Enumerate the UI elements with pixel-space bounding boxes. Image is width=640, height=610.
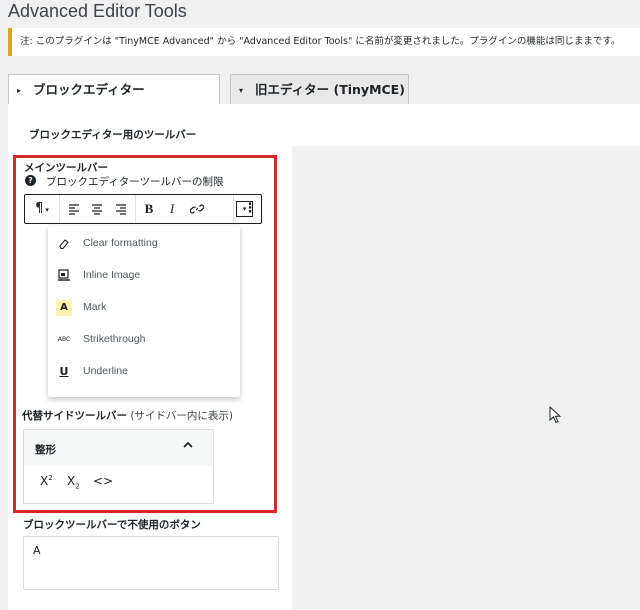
menu-item-inline-image[interactable]: Inline Image bbox=[48, 260, 240, 292]
align-center-button[interactable] bbox=[86, 195, 108, 223]
menu-item-label: Mark bbox=[83, 301, 107, 313]
section-heading: ブロックエディター用のツールバー bbox=[29, 129, 197, 141]
inline-code-button[interactable]: <> bbox=[93, 474, 113, 488]
toolbar-divider bbox=[233, 195, 234, 223]
toolbar-divider bbox=[59, 195, 60, 223]
caret-down-icon: ▾ bbox=[45, 206, 49, 214]
strikethrough-icon: ABC bbox=[57, 336, 71, 343]
align-right-button[interactable] bbox=[110, 195, 132, 223]
help-icon[interactable]: ? bbox=[25, 175, 36, 186]
menu-item-label: Underline bbox=[83, 365, 128, 377]
paragraph-icon: ¶ bbox=[35, 201, 44, 216]
tab-arrow-icon: ▸ bbox=[17, 86, 22, 95]
main-toolbar: ¶ ▾ B I ▾ ⋮ bbox=[24, 194, 262, 224]
chevron-up-icon[interactable] bbox=[182, 439, 194, 454]
toolbar-limit-help[interactable]: ブロックエディターツールバーの制限 bbox=[46, 174, 224, 189]
alt-sidebar-panel-header[interactable]: 整形 bbox=[24, 430, 213, 466]
menu-item-label: Inline Image bbox=[83, 269, 141, 281]
preview-area bbox=[292, 146, 640, 609]
alt-sidebar-panel: 整形 X2 X2 <> bbox=[23, 429, 214, 504]
tab-label: 旧エディター (TinyMCE) bbox=[255, 82, 405, 97]
italic-button[interactable]: I bbox=[161, 195, 183, 223]
formatting-panel-title: 整形 bbox=[35, 444, 56, 456]
tab-classic-editor[interactable]: ▾ 旧エディター (TinyMCE) bbox=[230, 74, 409, 105]
alt-sidebar-title: 代替サイドツールバー bbox=[22, 410, 127, 422]
bold-button[interactable]: B bbox=[138, 195, 160, 223]
align-left-button[interactable] bbox=[63, 195, 85, 223]
page-title: Advanced Editor Tools bbox=[8, 1, 187, 21]
superscript-button[interactable]: X2 bbox=[40, 474, 53, 488]
alt-sidebar-label: 代替サイドツールバー (サイドバー内に表示) bbox=[22, 408, 233, 423]
unused-buttons-label: ブロックツールバーで不使用のボタン bbox=[23, 519, 201, 531]
paragraph-button[interactable]: ¶ ▾ bbox=[27, 195, 57, 223]
align-left-icon bbox=[69, 203, 79, 215]
mouse-cursor-icon bbox=[549, 405, 562, 428]
main-toolbar-label: メインツールバー bbox=[24, 162, 108, 174]
align-center-icon bbox=[92, 203, 102, 215]
superscript-icon: X bbox=[40, 474, 49, 488]
tab-block-editor[interactable]: ▸ブロックエディター (TinyMCE) bbox=[8, 74, 220, 127]
mark-icon: A bbox=[56, 300, 72, 316]
align-right-icon bbox=[116, 203, 126, 215]
unused-text-color-button[interactable]: A bbox=[33, 544, 41, 557]
tab-arrow-icon: ▾ bbox=[239, 86, 244, 95]
link-icon bbox=[189, 204, 205, 213]
eraser-icon bbox=[56, 236, 72, 252]
menu-item-mark[interactable]: A Mark bbox=[48, 292, 240, 324]
menu-item-label: Clear formatting bbox=[83, 237, 158, 249]
alt-sidebar-subtitle: (サイドバー内に表示) bbox=[127, 410, 234, 422]
options-kebab-button[interactable]: ⋮ bbox=[241, 195, 259, 223]
menu-item-underline[interactable]: U Underline bbox=[48, 356, 240, 388]
inline-image-icon bbox=[56, 268, 72, 284]
underline-icon: U bbox=[59, 365, 69, 378]
subscript-button[interactable]: X2 bbox=[67, 474, 80, 490]
rename-notice: 注: このプラグインは "TinyMCE Advanced" から "Advan… bbox=[8, 28, 640, 56]
menu-item-strikethrough[interactable]: ABC Strikethrough bbox=[48, 324, 240, 356]
more-formats-menu: Clear formatting Inline Image A Mark ABC… bbox=[48, 226, 240, 397]
unused-buttons-area: A bbox=[23, 536, 279, 590]
link-button[interactable] bbox=[185, 195, 209, 223]
subscript-icon: X bbox=[67, 474, 76, 488]
menu-item-clear-formatting[interactable]: Clear formatting bbox=[48, 228, 240, 260]
menu-item-label: Strikethrough bbox=[83, 333, 146, 345]
toolbar-divider bbox=[135, 195, 136, 223]
